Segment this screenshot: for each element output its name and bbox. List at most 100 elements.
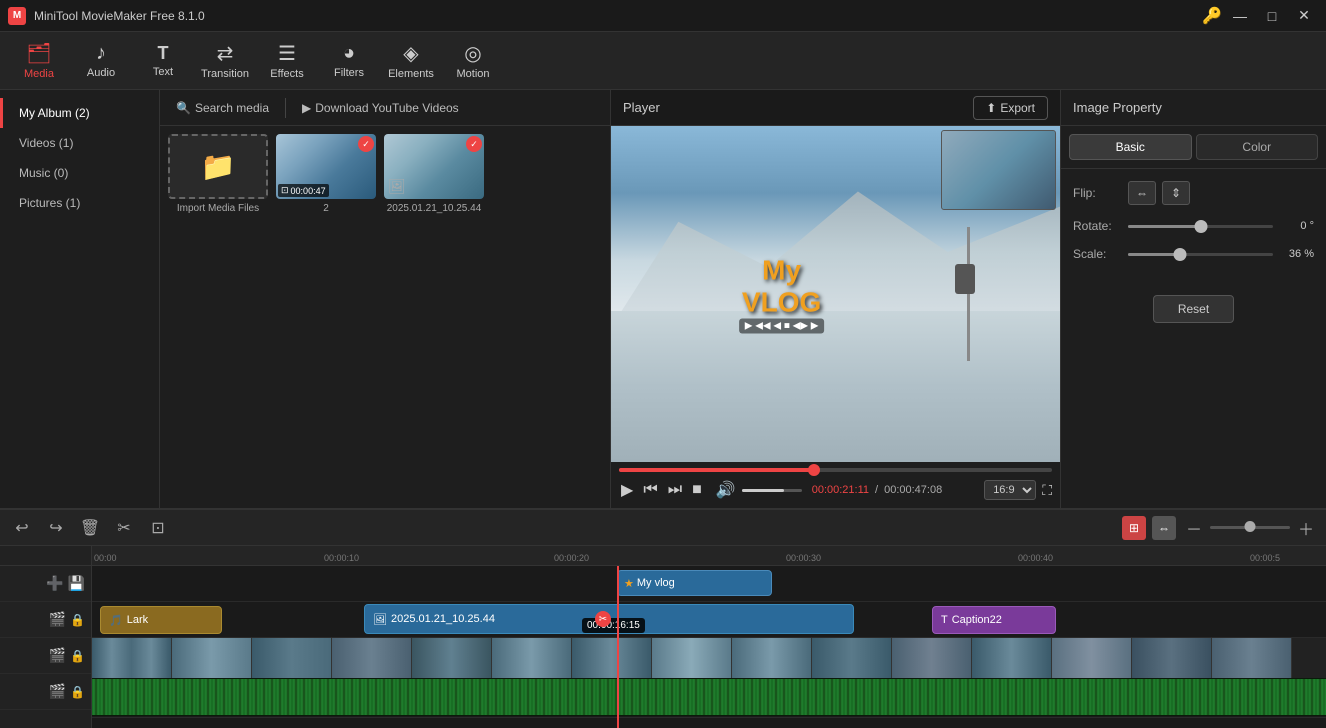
close-button[interactable]: ✕ [1290,5,1318,27]
search-media-label: Search media [195,101,269,115]
toolbar-text[interactable]: T Text [132,35,194,87]
timeline-content: ➕ 💾 🎬 🔒 🎬 🔒 🎬 🔒 00 [0,546,1326,728]
media-panel: 🔍 Search media ▶ Download YouTube Videos… [160,90,611,508]
download-youtube-button[interactable]: ▶ Download YouTube Videos [294,97,467,119]
effects-icon: ☰ [278,41,296,66]
prev-frame-button[interactable]: ⏮ [641,479,659,501]
redo-button[interactable]: ↪ [42,516,70,540]
toolbar-elements[interactable]: ◈ Elements [380,35,442,87]
sidebar-item-pictures[interactable]: Pictures (1) [0,188,159,218]
thumb-frame-1 [92,638,172,678]
caption-clip-label: Caption22 [952,614,1002,626]
toolbar-media[interactable]: 🗂 Media [8,35,70,87]
photo-clip-icon: 🖼 [373,613,387,626]
lift-car [955,264,975,294]
import-media-button[interactable]: 📁 [168,134,268,199]
panel-section-basic: Flip: ⇔ ⇕ Rotate: 0 ° Scale: [1061,169,1326,287]
minimize-button[interactable]: — [1226,5,1254,27]
reset-button[interactable]: Reset [1153,295,1234,323]
caption-clip[interactable]: T Caption22 [932,606,1056,634]
waveform-track [92,678,1326,716]
selected-check: ✓ [358,136,374,152]
video-lock-icon[interactable]: 🔒 [70,613,85,627]
cut-button[interactable]: ✂ [110,516,138,540]
media-thumb-2[interactable]: ⊡ 00:00:47 ✓ [276,134,376,199]
stop-button[interactable]: ■ [690,479,704,501]
media-item-photo: 🖼 ✓ 2025.01.21_10.25.44 [384,134,484,214]
star-icon: ★ [624,577,634,590]
video-area: MyVLOG ▶ ◀◀ ◀ ■ ◀▶ ▶ [611,126,1060,462]
flip-row: Flip: ⇔ ⇕ [1073,181,1314,205]
image-icon: 🖼 [388,178,406,195]
sidebar-item-videos[interactable]: Videos (1) [0,128,159,158]
thumb-frame-10 [812,638,892,678]
split-button[interactable]: ⇔ [1152,516,1176,540]
flip-horizontal-button[interactable]: ⇔ [1128,181,1156,205]
sidebar-item-music[interactable]: Music (0) [0,158,159,188]
toolbar-effects[interactable]: ☰ Effects [256,35,318,87]
ruler-mark-50: 00:00:5 [1248,546,1280,565]
flip-vertical-button[interactable]: ⇕ [1162,181,1190,205]
zoom-handle[interactable] [1245,521,1256,532]
effects-label: Effects [270,68,303,80]
flip-label: Flip: [1073,186,1128,200]
toolbar-audio[interactable]: ♪ Audio [70,35,132,87]
divider [285,98,286,118]
toolbar-transition[interactable]: ⇄ Transition [194,35,256,87]
tab-basic[interactable]: Basic [1069,134,1192,160]
aspect-ratio-select[interactable]: 16:9 [984,480,1036,500]
fullscreen-button[interactable]: ⛶ [1042,482,1052,499]
toolbar-filters[interactable]: ◕ Filters [318,35,380,87]
timeline-tracks: ★ My vlog 🎵 Lark 🖼 202 [92,566,1326,728]
download-icon: ▶ [302,101,311,115]
export-button[interactable]: ⬆ Export [973,96,1048,120]
ruler-mark-10: 00:00:10 [322,546,359,565]
media-thumb-photo[interactable]: 🖼 ✓ [384,134,484,199]
panel-tabs: Basic Color [1061,126,1326,169]
lark-clip-label: Lark [127,614,148,626]
scale-control: 36 % [1128,248,1314,260]
tab-color[interactable]: Color [1196,134,1319,160]
vlog-logo-text: MyVLOG [739,255,825,319]
zoom-out-button[interactable]: － [1182,516,1206,540]
rotate-slider[interactable] [1128,225,1273,228]
scale-handle[interactable] [1174,248,1187,261]
maximize-button[interactable]: □ [1258,5,1286,27]
thumb-frame-15 [1212,638,1292,678]
transition-icon: ⇄ [217,41,234,66]
zoom-slider[interactable] [1210,526,1290,529]
sidebar-item-my-album[interactable]: My Album (2) [0,98,159,128]
overlay-track-row: ★ My vlog [92,566,1326,602]
progress-bar[interactable] [619,468,1052,472]
waveform-lock-icon[interactable]: 🔒 [70,685,85,699]
scale-slider[interactable] [1128,253,1273,256]
save-overlay-icon[interactable]: 💾 [68,575,85,592]
ruler-label-40: 00:00:40 [1016,553,1053,565]
toolbar-motion[interactable]: ◎ Motion [442,35,504,87]
volume-bar[interactable] [742,489,802,492]
progress-handle[interactable] [808,464,820,476]
next-frame-button[interactable]: ⏭ [666,479,684,501]
volume-button[interactable]: 🔊 [714,478,738,502]
vlog-clip[interactable]: ★ My vlog [617,570,772,596]
image-property-title: Image Property [1073,100,1162,115]
progress-fill [619,468,814,472]
zoom-in-button[interactable]: ＋ [1294,516,1318,540]
magnetic-snap-button[interactable]: ⊞ [1122,516,1146,540]
photo-clip-label: 2025.01.21_10.25.44 [391,613,495,625]
ski-slope [611,311,1060,462]
rotate-handle[interactable] [1194,220,1207,233]
ruler-label-10: 00:00:10 [322,553,359,565]
track-side-overlay: ➕ 💾 [0,566,91,602]
motion-label: Motion [456,68,489,80]
add-overlay-icon[interactable]: ➕ [46,575,63,592]
search-media-button[interactable]: 🔍 Search media [168,97,277,119]
main-area: My Album (2) Videos (1) Music (0) Pictur… [0,90,1326,508]
audio-icon: ♪ [96,42,106,65]
lark-clip[interactable]: 🎵 Lark [100,606,222,634]
delete-button[interactable]: 🗑 [76,516,104,540]
undo-button[interactable]: ↩ [8,516,36,540]
crop-button[interactable]: ⊡ [144,516,172,540]
audio-lock-icon[interactable]: 🔒 [70,649,85,663]
play-button[interactable]: ▶ [619,478,635,502]
